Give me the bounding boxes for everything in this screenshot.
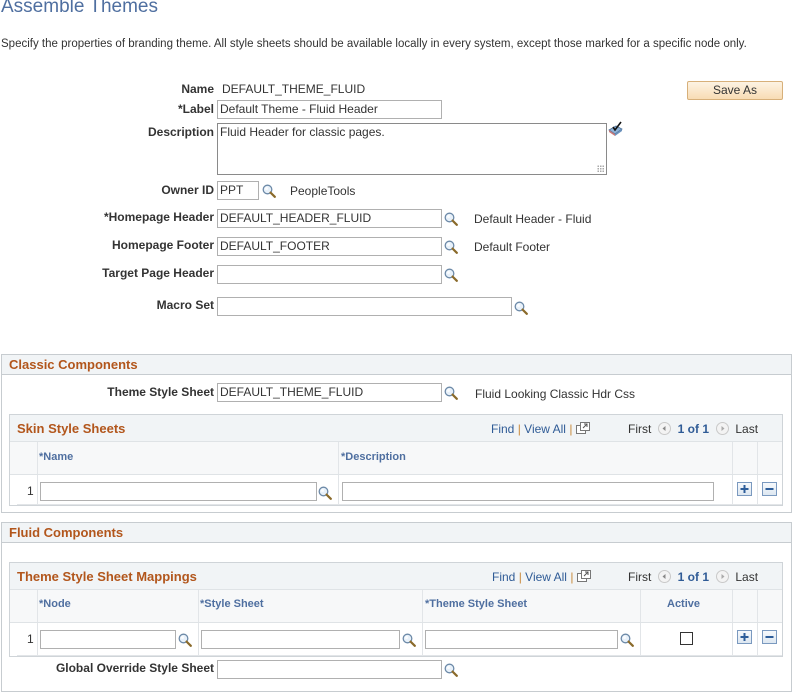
column-header-node[interactable]: *Node [39,598,71,610]
find-link[interactable]: Find [491,422,514,436]
homepage-footer-input[interactable]: DEFAULT_FOOTER [217,237,442,256]
delete-row-button[interactable] [762,482,777,496]
homepage-header-label: *Homepage Header [103,210,214,224]
homepage-header-lookup-icon[interactable] [444,212,458,226]
skin-grid-title: Skin Style Sheets [17,421,126,436]
description-label: Description [147,125,214,139]
theme-style-sheet-description: Fluid Looking Classic Hdr Css [475,387,636,401]
style-sheet-lookup-icon[interactable] [402,633,416,647]
delete-row-button[interactable] [762,630,777,644]
owner-id-lookup-icon[interactable] [262,184,276,198]
save-as-button[interactable]: Save As [687,81,783,100]
previous-icon[interactable] [658,570,671,583]
description-text: Fluid Header for classic pages. [220,125,385,139]
active-checkbox[interactable] [680,632,693,645]
homepage-header-input[interactable]: DEFAULT_HEADER_FLUID [217,209,442,228]
homepage-header-description: Default Header - Fluid [474,212,592,226]
add-row-button[interactable] [737,630,752,644]
node-lookup-icon[interactable] [178,633,192,647]
theme-style-sheet-label: Theme Style Sheet [107,385,214,399]
skin-name-input[interactable] [40,482,317,501]
new-window-icon[interactable] [576,570,591,582]
name-label: Name [181,82,214,96]
previous-icon[interactable] [658,422,671,435]
skin-description-input[interactable] [342,482,714,501]
fluid-components-header: Fluid Components [2,523,791,543]
last-link[interactable]: Last [735,422,758,436]
target-page-header-label: Target Page Header [102,266,214,280]
theme-style-sheet-mapping-input[interactable] [425,630,618,649]
skin-grid-nav: Find | View All | [491,422,590,436]
classic-components-header: Classic Components [2,355,791,375]
name-value: DEFAULT_THEME_FLUID [222,82,366,96]
homepage-footer-lookup-icon[interactable] [444,240,458,254]
row-number: 1 [27,632,34,646]
page-counter: 1 of 1 [677,422,710,436]
global-override-label: Global Override Style Sheet [55,661,214,675]
description-textarea[interactable]: Fluid Header for classic pages. [217,123,607,175]
mappings-grid-title: Theme Style Sheet Mappings [17,569,197,584]
homepage-footer-label: Homepage Footer [111,238,214,252]
target-page-header-lookup-icon[interactable] [444,268,458,282]
mappings-grid-header: Theme Style Sheet Mappings Find | View A… [10,563,782,590]
homepage-footer-description: Default Footer [474,240,551,254]
column-header-name[interactable]: *Name [39,451,73,463]
macro-set-label: Macro Set [156,298,214,312]
mappings-grid-nav: Find | View All | [492,570,591,584]
skin-style-sheets-grid: Skin Style Sheets Find | View All | Firs… [9,414,783,506]
owner-id-input[interactable]: PPT [217,181,259,200]
spell-check-icon[interactable] [607,121,625,137]
style-sheet-input[interactable] [201,630,400,649]
theme-style-sheet-mapping-lookup-icon[interactable] [620,633,634,647]
resize-grip-icon[interactable] [597,165,604,172]
last-link[interactable]: Last [735,570,758,584]
page-counter: 1 of 1 [677,570,710,584]
view-all-link[interactable]: View All [525,570,567,584]
first-link[interactable]: First [628,422,651,436]
theme-style-sheet-mappings-grid: Theme Style Sheet Mappings Find | View A… [9,562,783,657]
add-row-button[interactable] [737,482,752,496]
skin-name-lookup-icon[interactable] [318,486,332,500]
next-icon[interactable] [715,422,729,435]
page-instructions: Specify the properties of branding theme… [1,38,747,50]
new-window-icon[interactable] [575,422,590,434]
node-input[interactable] [40,630,176,649]
global-override-lookup-icon[interactable] [444,663,458,677]
column-header-active[interactable]: Active [667,598,700,610]
column-header-description[interactable]: *Description [341,451,406,463]
target-page-header-input[interactable] [217,265,442,284]
column-header-style-sheet[interactable]: *Style Sheet [200,598,264,610]
macro-set-lookup-icon[interactable] [514,301,528,315]
column-header-theme-style-sheet[interactable]: *Theme Style Sheet [425,598,527,610]
macro-set-input[interactable] [217,297,512,316]
label-label: *Label [177,102,214,116]
find-link[interactable]: Find [492,570,515,584]
row-number: 1 [27,484,34,498]
owner-id-description: PeopleTools [290,184,356,198]
skin-grid-header: Skin Style Sheets Find | View All | Firs… [10,415,782,442]
skin-grid-pager: First 1 of 1 Last [628,422,758,436]
global-override-input[interactable] [217,660,442,679]
mappings-grid-pager: First 1 of 1 Last [628,570,758,584]
owner-id-label: Owner ID [161,183,214,197]
view-all-link[interactable]: View All [524,422,566,436]
page-title: Assemble Themes [1,0,158,17]
label-input[interactable]: Default Theme - Fluid Header [217,100,442,119]
theme-style-sheet-input[interactable]: DEFAULT_THEME_FLUID [217,383,442,402]
next-icon[interactable] [715,570,729,583]
theme-style-sheet-lookup-icon[interactable] [444,386,458,400]
first-link[interactable]: First [628,570,651,584]
